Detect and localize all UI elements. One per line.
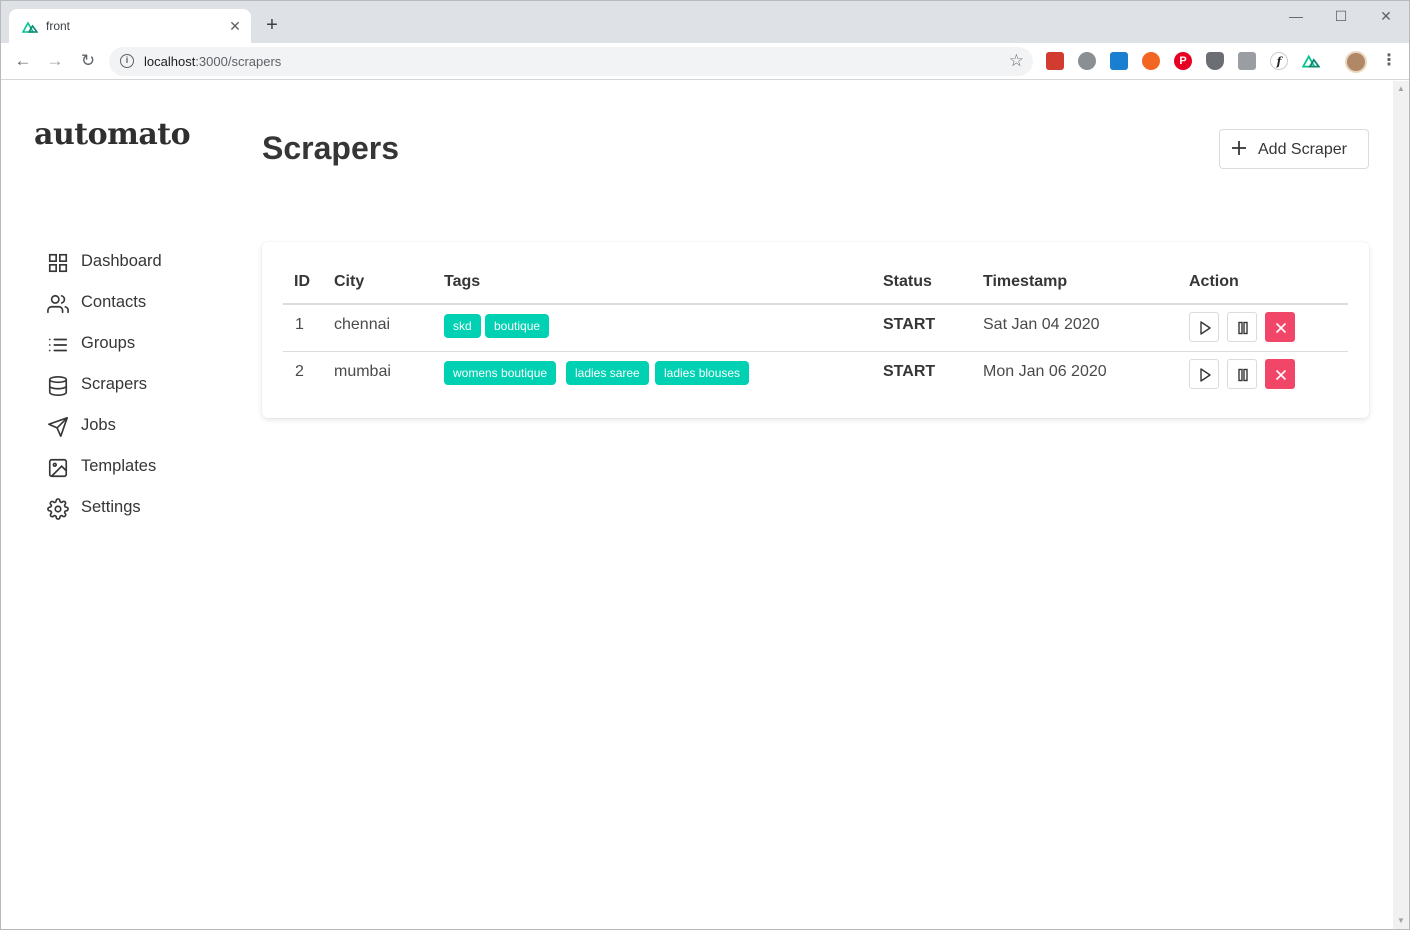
pause-icon — [1238, 321, 1248, 335]
table-row-divider — [283, 351, 1348, 352]
sidebar-item-scrapers[interactable]: Scrapers — [47, 372, 237, 400]
sidebar-item-contacts[interactable]: Contacts — [47, 290, 237, 318]
sidebar-item-label: Jobs — [81, 416, 116, 434]
pause-button[interactable] — [1227, 312, 1257, 342]
scroll-up-icon[interactable]: ▲ — [1397, 85, 1405, 93]
cell-id: 2 — [295, 363, 304, 380]
maximize-icon[interactable]: ☐ — [1330, 7, 1352, 25]
cell-city: chennai — [334, 316, 391, 333]
cell-status: START — [883, 363, 936, 380]
send-icon — [48, 417, 68, 437]
profile-avatar[interactable] — [1345, 51, 1367, 73]
extension-rss-icon[interactable] — [1142, 52, 1160, 70]
url-text: localhost:3000/scrapers — [144, 54, 281, 69]
reload-icon[interactable]: ↻ — [78, 51, 98, 71]
delete-button[interactable] — [1265, 312, 1295, 342]
pause-icon — [1238, 368, 1248, 382]
column-header-status: Status — [883, 273, 932, 290]
extension-shield-icon[interactable] — [1206, 52, 1224, 70]
sidebar-item-dashboard[interactable]: Dashboard — [47, 249, 237, 277]
extension-book-icon[interactable] — [1046, 52, 1064, 70]
extension-screenshot-icon[interactable] — [1238, 52, 1256, 70]
add-scraper-label: Add Scraper — [1258, 141, 1347, 158]
gear-icon — [47, 498, 69, 520]
column-header-id: ID — [294, 273, 310, 290]
column-header-city: City — [334, 273, 365, 290]
cell-status: START — [883, 316, 936, 333]
sidebar-item-label: Settings — [81, 498, 141, 516]
tag-badge: womens boutique — [444, 361, 557, 385]
bookmark-star-icon[interactable]: ☆ — [1009, 51, 1024, 71]
tag-badge: ladies saree — [566, 361, 649, 385]
tab-close-icon[interactable]: ✕ — [227, 18, 243, 34]
column-header-timestamp: Timestamp — [983, 273, 1068, 290]
browser-window: front ✕ + — ☐ ✕ ← → ↻ i localhost:3000/s… — [0, 0, 1410, 930]
page-title: Scrapers — [262, 130, 399, 166]
play-icon — [1200, 368, 1211, 382]
url-path: :3000/scrapers — [195, 54, 282, 69]
app-logo[interactable]: automato — [34, 117, 191, 152]
extension-drive-icon[interactable] — [1078, 52, 1096, 70]
sidebar-item-label: Groups — [81, 334, 136, 352]
cell-timestamp: Sat Jan 04 2020 — [983, 316, 1100, 333]
sidebar-item-jobs[interactable]: Jobs — [47, 413, 237, 441]
plus-icon — [1232, 141, 1246, 155]
play-button[interactable] — [1189, 359, 1219, 389]
sidebar-item-label: Dashboard — [81, 252, 162, 270]
address-bar[interactable]: i localhost:3000/scrapers ☆ — [109, 47, 1033, 76]
extension-nuxt-icon[interactable] — [1301, 52, 1321, 70]
page-scrollbar[interactable]: ▲ ▼ — [1393, 81, 1409, 929]
sidebar-item-templates[interactable]: Templates — [47, 454, 237, 482]
tab-bar: front ✕ + — ☐ ✕ — [1, 1, 1409, 43]
pause-button[interactable] — [1227, 359, 1257, 389]
play-button[interactable] — [1189, 312, 1219, 342]
sidebar-item-groups[interactable]: Groups — [47, 331, 237, 359]
grid-icon — [48, 253, 68, 273]
browser-toolbar: ← → ↻ i localhost:3000/scrapers ☆ P f ⋮ — [1, 43, 1409, 80]
image-icon — [48, 458, 68, 478]
database-icon — [48, 376, 68, 396]
back-icon[interactable]: ← — [13, 51, 33, 71]
close-icon — [1275, 369, 1287, 381]
minimize-icon[interactable]: — — [1285, 7, 1307, 25]
scroll-down-icon[interactable]: ▼ — [1397, 917, 1405, 925]
forward-icon[interactable]: → — [45, 51, 65, 71]
site-info-icon[interactable]: i — [120, 54, 134, 68]
column-header-tags: Tags — [444, 273, 481, 290]
sidebar-item-label: Contacts — [81, 293, 147, 311]
browser-tab[interactable]: front ✕ — [9, 9, 251, 43]
sidebar-item-label: Templates — [81, 457, 157, 475]
column-header-action: Action — [1189, 273, 1239, 290]
add-scraper-button[interactable]: Add Scraper — [1219, 129, 1369, 169]
page-content: automato Dashboard Contacts Groups Scrap… — [1, 81, 1393, 929]
extension-pinterest-icon[interactable]: P — [1174, 52, 1192, 70]
delete-button[interactable] — [1265, 359, 1295, 389]
url-host: localhost — [144, 54, 196, 69]
users-icon — [47, 294, 69, 314]
cell-id: 1 — [295, 316, 304, 333]
extension-font-icon[interactable]: f — [1270, 52, 1288, 70]
sidebar-item-settings[interactable]: Settings — [47, 495, 237, 523]
tab-title: front — [46, 19, 71, 33]
sidebar-item-label: Scrapers — [81, 375, 148, 393]
table-header-divider — [283, 303, 1348, 305]
new-tab-button[interactable]: + — [263, 15, 281, 35]
play-icon — [1200, 321, 1211, 335]
tag-badge: skd — [444, 314, 481, 338]
browser-menu-icon[interactable]: ⋮ — [1381, 51, 1397, 71]
close-icon — [1275, 322, 1287, 334]
cell-city: mumbai — [334, 363, 391, 380]
extension-window-icon[interactable] — [1110, 52, 1128, 70]
tag-badge: boutique — [485, 314, 550, 338]
tag-badge: ladies blouses — [655, 361, 750, 385]
window-close-icon[interactable]: ✕ — [1375, 7, 1397, 25]
nuxt-favicon-icon — [22, 21, 38, 33]
list-icon — [48, 338, 68, 352]
cell-timestamp: Mon Jan 06 2020 — [983, 363, 1107, 380]
scrapers-table-card: ID City Tags Status Timestamp Action 1 c… — [262, 242, 1369, 418]
